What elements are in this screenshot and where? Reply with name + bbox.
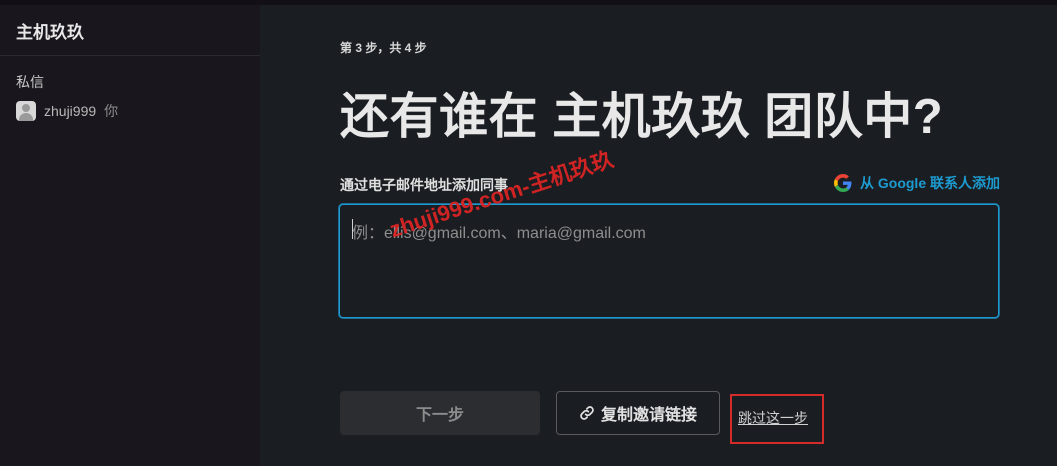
step-indicator: 第 3 步，共 4 步 [340, 41, 427, 55]
skip-highlight-box: 跳过这一步 [730, 394, 824, 444]
page-title: 还有谁在 主机玖玖 团队中? [340, 90, 944, 144]
dm-user-name: zhuji999 [44, 103, 97, 119]
section-title-dms[interactable]: 私信 [16, 72, 260, 92]
dm-you-label: 你 [104, 103, 119, 119]
link-icon [579, 405, 595, 421]
workspace-name: 主机玖玖 [16, 22, 84, 42]
google-g-icon [834, 174, 852, 192]
google-contacts-label: 从 Google 联系人添加 [860, 175, 1000, 191]
workspace-header[interactable]: 主机玖玖 [0, 5, 260, 56]
next-button[interactable]: 下一步 [340, 391, 540, 435]
sidebar: 主机玖玖 私信 zhuji999 你 [0, 5, 260, 466]
user-avatar-icon [16, 101, 36, 121]
text-caret [352, 219, 353, 239]
main-panel: 第 3 步，共 4 步 还有谁在 主机玖玖 团队中? 通过电子邮件地址添加同事 … [260, 5, 1057, 466]
dm-item-self[interactable]: zhuji999 你 [16, 100, 260, 122]
google-contacts-link[interactable]: 从 Google 联系人添加 [834, 173, 1000, 193]
copy-invite-link-button[interactable]: 复制邀请链接 [556, 391, 720, 435]
skip-step-link[interactable]: 跳过这一步 [738, 408, 808, 428]
copy-invite-link-label: 复制邀请链接 [600, 407, 697, 424]
